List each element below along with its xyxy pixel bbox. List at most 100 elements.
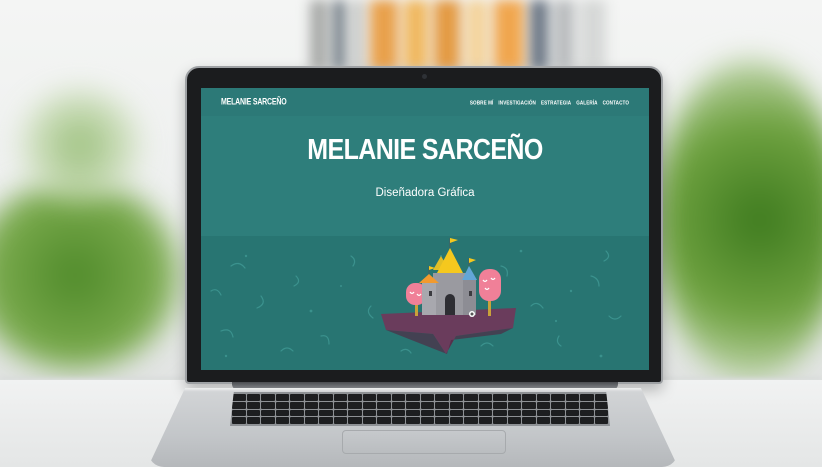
keyboard-key xyxy=(464,417,478,424)
keyboard-key xyxy=(377,409,391,417)
keyboard-key xyxy=(551,401,565,409)
keyboard-key xyxy=(536,409,550,417)
keyboard-key xyxy=(377,401,391,409)
site-brand[interactable]: MELANIE SARCEÑO xyxy=(221,98,287,107)
keyboard-key xyxy=(449,409,463,417)
keyboard-key xyxy=(551,409,565,417)
nav-link-galeria[interactable]: GALERÍA xyxy=(576,99,597,105)
keyboard-key xyxy=(319,417,333,424)
keyboard-key xyxy=(261,401,275,409)
keyboard-key xyxy=(348,394,362,401)
keyboard-key xyxy=(565,409,579,417)
keyboard-key xyxy=(594,417,608,424)
keyboard-key xyxy=(449,394,463,401)
keyboard-key xyxy=(290,401,304,409)
keyboard-key xyxy=(261,394,275,401)
keyboard-key xyxy=(406,409,420,417)
keyboard-key xyxy=(406,401,420,409)
keyboard-key xyxy=(420,401,434,409)
keyboard-key xyxy=(290,409,304,417)
keyboard-key xyxy=(420,394,434,401)
keyboard-key xyxy=(333,401,347,409)
laptop-trackpad xyxy=(342,430,506,454)
plant-right-blur xyxy=(655,60,822,380)
floating-castle-island-illustration xyxy=(210,238,622,358)
keyboard-key xyxy=(478,409,492,417)
keyboard-key xyxy=(333,409,347,417)
keyboard-key xyxy=(435,401,449,409)
laptop-lid: MELANIE SARCEÑO SOBRE MÍ INVESTIGACIÓN E… xyxy=(185,66,663,384)
keyboard-key xyxy=(275,417,289,424)
keyboard-key xyxy=(580,417,594,424)
keyboard-key xyxy=(580,394,594,401)
nav-link-estrategia[interactable]: ESTRATEGIA xyxy=(541,99,571,105)
keyboard-key xyxy=(391,394,405,401)
keyboard-key xyxy=(391,401,405,409)
keyboard-key xyxy=(522,417,536,424)
keyboard-key xyxy=(580,409,594,417)
keyboard-key xyxy=(420,417,434,424)
nav-link-contacto[interactable]: CONTACTO xyxy=(603,99,629,105)
plant-left-small-blur xyxy=(20,90,140,200)
keyboard-key xyxy=(275,394,289,401)
keyboard-key xyxy=(232,401,246,409)
keyboard-key xyxy=(333,394,347,401)
keyboard-key xyxy=(522,394,536,401)
illustration-section xyxy=(201,236,649,370)
keyboard-key xyxy=(493,417,507,424)
plant-left-blur xyxy=(0,180,180,370)
keyboard-key xyxy=(246,401,260,409)
keyboard-key xyxy=(565,417,579,424)
keyboard-key xyxy=(551,417,565,424)
keyboard-key xyxy=(348,401,362,409)
keyboard-key xyxy=(304,409,318,417)
keyboard-key xyxy=(362,394,376,401)
keyboard-key xyxy=(522,401,536,409)
keyboard-key xyxy=(319,409,333,417)
keyboard-key xyxy=(275,409,289,417)
keyboard-key xyxy=(536,401,550,409)
nav-link-sobre-mi[interactable]: SOBRE MÍ xyxy=(470,99,494,105)
keyboard-key xyxy=(362,409,376,417)
keyboard-key xyxy=(493,401,507,409)
keyboard-key xyxy=(449,401,463,409)
keyboard-key xyxy=(478,417,492,424)
keyboard-key xyxy=(406,417,420,424)
keyboard-key xyxy=(232,394,246,401)
keyboard-key xyxy=(348,409,362,417)
keyboard-key xyxy=(246,394,260,401)
keyboard-key xyxy=(290,417,304,424)
keyboard-key xyxy=(594,394,608,401)
nav-menu: SOBRE MÍ INVESTIGACIÓN ESTRATEGIA GALERÍ… xyxy=(470,99,629,105)
keyboard-key xyxy=(246,409,260,417)
keyboard-key xyxy=(333,417,347,424)
keyboard-key xyxy=(246,417,260,424)
keyboard-key xyxy=(275,401,289,409)
keyboard-key xyxy=(304,394,318,401)
keyboard-key xyxy=(565,401,579,409)
keyboard-key xyxy=(435,417,449,424)
keyboard-key xyxy=(507,409,521,417)
keyboard-key xyxy=(377,394,391,401)
keyboard-key xyxy=(580,401,594,409)
keyboard-key xyxy=(507,394,521,401)
keyboard-key xyxy=(478,401,492,409)
keyboard-key xyxy=(536,394,550,401)
keyboard-key xyxy=(362,417,376,424)
keyboard-key xyxy=(304,401,318,409)
keyboard-key xyxy=(478,394,492,401)
webcam-icon xyxy=(422,74,427,79)
keyboard-key xyxy=(406,394,420,401)
keyboard-key xyxy=(319,401,333,409)
keyboard-key xyxy=(449,417,463,424)
keyboard-key xyxy=(290,394,304,401)
keyboard-key xyxy=(435,394,449,401)
hero-title: MELANIE SARCEÑO xyxy=(307,133,543,167)
keyboard-key xyxy=(464,394,478,401)
keyboard-key xyxy=(420,409,434,417)
keyboard-key xyxy=(464,409,478,417)
nav-link-investigacion[interactable]: INVESTIGACIÓN xyxy=(498,99,536,105)
keyboard-key xyxy=(391,417,405,424)
keyboard-key xyxy=(594,401,608,409)
keyboard-key xyxy=(507,417,521,424)
